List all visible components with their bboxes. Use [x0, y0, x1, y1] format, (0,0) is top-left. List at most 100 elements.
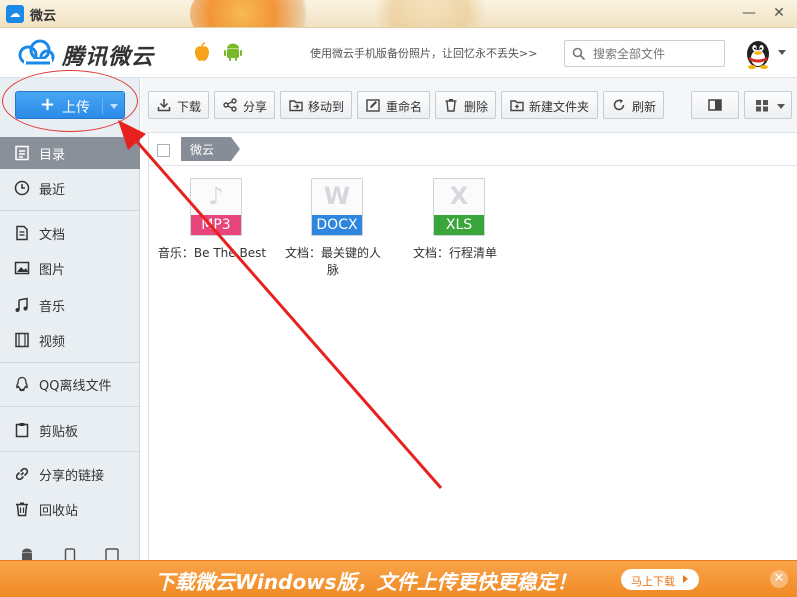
breadcrumb: 微云: [149, 133, 797, 166]
file-name: 文档：最关键的人脉: [284, 246, 381, 277]
file-name: 音乐：Be The Best: [157, 246, 267, 260]
sidebar-item-recycle-bin[interactable]: 回收站: [0, 493, 140, 525]
delete-button[interactable]: 删除: [435, 91, 496, 119]
toolbar: 下载 分享 移动到 重命名 删除 新建文件夹 刷新: [141, 78, 797, 133]
new-folder-label: 新建文件夹: [529, 100, 590, 114]
sidebar-item-directory[interactable]: 目录: [0, 137, 140, 169]
search-box[interactable]: [564, 40, 725, 67]
search-icon: [572, 47, 586, 61]
view-dropdown-caret-icon: [777, 104, 785, 109]
title-decoration-2: [360, 0, 500, 27]
rename-label: 重命名: [386, 100, 423, 114]
mp3-file-icon: ♪ MP3: [190, 178, 242, 236]
video-icon: [15, 332, 29, 348]
plus-icon: +: [40, 94, 56, 115]
download-icon: [157, 99, 171, 112]
sidebar-item-qq-offline-files[interactable]: QQ离线文件: [0, 368, 140, 400]
sidebar-item-label: 音乐: [39, 300, 66, 315]
sidebar-item-label: QQ离线文件: [39, 379, 112, 394]
rename-icon: [366, 99, 380, 112]
download-label: 下载: [177, 100, 202, 114]
breadcrumb-arrow: [231, 137, 240, 161]
weiyun-app-icon: ☁: [6, 5, 24, 23]
sidebar-item-recent[interactable]: 最近: [0, 172, 140, 204]
file-type-letter: X: [449, 182, 469, 210]
sidebar-item-label: 图片: [39, 263, 66, 278]
sidebar-item-documents[interactable]: 文档: [0, 217, 140, 249]
file-type-badge: XLS: [434, 215, 484, 235]
share-icon: [223, 98, 237, 112]
file-item-xls[interactable]: X XLS 文档：行程清单: [395, 178, 515, 288]
file-item-mp3[interactable]: ♪ MP3 音乐：Be The Best: [152, 178, 272, 288]
move-to-button[interactable]: 移动到: [280, 91, 352, 119]
share-label: 分享: [243, 100, 268, 114]
download-button[interactable]: 下载: [148, 91, 209, 119]
sidebar-item-videos[interactable]: 视频: [0, 324, 140, 356]
new-folder-icon: [510, 100, 524, 112]
banner-text: 下载微云Windows版，文件上传更快更稳定！: [155, 570, 577, 594]
upload-dropdown-icon[interactable]: [110, 104, 118, 109]
grid-view-icon: [756, 100, 768, 112]
qq-penguin-avatar[interactable]: [743, 37, 773, 69]
upload-separator: [102, 98, 103, 114]
file-type-badge: DOCX: [312, 215, 362, 235]
share-button[interactable]: 分享: [214, 91, 275, 119]
select-all-checkbox[interactable]: [157, 144, 170, 157]
title-decoration: [190, 0, 320, 27]
image-icon: [14, 261, 30, 275]
trash-icon: [445, 99, 457, 112]
file-list-area: 微云 ♪ MP3 音乐：Be The Best W DOCX 文档：最关键的人脉…: [148, 133, 797, 560]
folder-tree-icon: [15, 145, 29, 161]
search-input[interactable]: [593, 45, 719, 63]
minimize-button[interactable]: —: [738, 4, 760, 22]
word-file-icon: W DOCX: [311, 178, 363, 236]
weiyun-cloud-logo-icon: [18, 39, 55, 65]
music-icon: [15, 297, 28, 312]
sidebar-item-label: 最近: [39, 183, 66, 198]
banner-download-button[interactable]: 马上下载: [621, 569, 699, 590]
sidebar-divider: [0, 451, 140, 452]
document-icon: [16, 225, 28, 241]
header: 腾讯微云 使用微云手机版备份照片，让回忆永不丢失>>: [0, 28, 797, 78]
account-menu-caret-icon[interactable]: [778, 50, 786, 55]
title-bar: ☁ 微云 — ✕: [0, 0, 797, 28]
mobile-promo-link[interactable]: 使用微云手机版备份照片，让回忆永不丢失>>: [310, 45, 537, 61]
breadcrumb-label: 微云: [190, 143, 215, 157]
sidebar-divider: [0, 210, 140, 211]
refresh-label: 刷新: [632, 100, 657, 114]
move-folder-icon: [289, 100, 303, 112]
sidebar: + 上传 目录 最近 文档 图片 音乐 视频 QQ离线文件 剪贴板 分享的链接 …: [0, 78, 140, 562]
sidebar-item-label: 视频: [39, 335, 66, 350]
upload-button[interactable]: + 上传: [15, 91, 125, 119]
sidebar-item-label: 文档: [39, 228, 66, 243]
sidebar-item-label: 剪贴板: [39, 425, 79, 440]
sidebar-item-clipboard[interactable]: 剪贴板: [0, 414, 140, 446]
clock-icon: [14, 180, 30, 196]
view-mode-button[interactable]: [744, 91, 792, 119]
banner-close-icon[interactable]: ✕: [770, 570, 788, 588]
file-item-docx[interactable]: W DOCX 文档：最关键的人脉: [273, 178, 393, 288]
trash-icon: [16, 502, 28, 517]
new-folder-button[interactable]: 新建文件夹: [501, 91, 598, 119]
android-icon[interactable]: [224, 42, 242, 62]
close-window-button[interactable]: ✕: [768, 4, 790, 22]
sidebar-item-images[interactable]: 图片: [0, 252, 140, 284]
sidebar-item-label: 分享的链接: [39, 469, 105, 484]
sidebar-item-label: 目录: [39, 148, 66, 163]
refresh-button[interactable]: 刷新: [603, 91, 664, 119]
rename-button[interactable]: 重命名: [357, 91, 430, 119]
excel-file-icon: X XLS: [433, 178, 485, 236]
sidebar-divider: [0, 362, 140, 363]
apple-icon[interactable]: [193, 42, 211, 62]
sidebar-item-music[interactable]: 音乐: [0, 289, 140, 321]
upload-label: 上传: [62, 100, 90, 116]
move-to-label: 移动到: [308, 100, 345, 114]
clipboard-icon: [15, 423, 29, 438]
toggle-panel-button[interactable]: [691, 91, 739, 119]
sidebar-divider: [0, 406, 140, 407]
refresh-icon: [613, 99, 625, 111]
sidebar-item-shared-links[interactable]: 分享的链接: [0, 458, 140, 490]
file-type-letter: W: [323, 182, 351, 210]
breadcrumb-root[interactable]: 微云: [181, 137, 231, 161]
link-icon: [15, 467, 29, 481]
